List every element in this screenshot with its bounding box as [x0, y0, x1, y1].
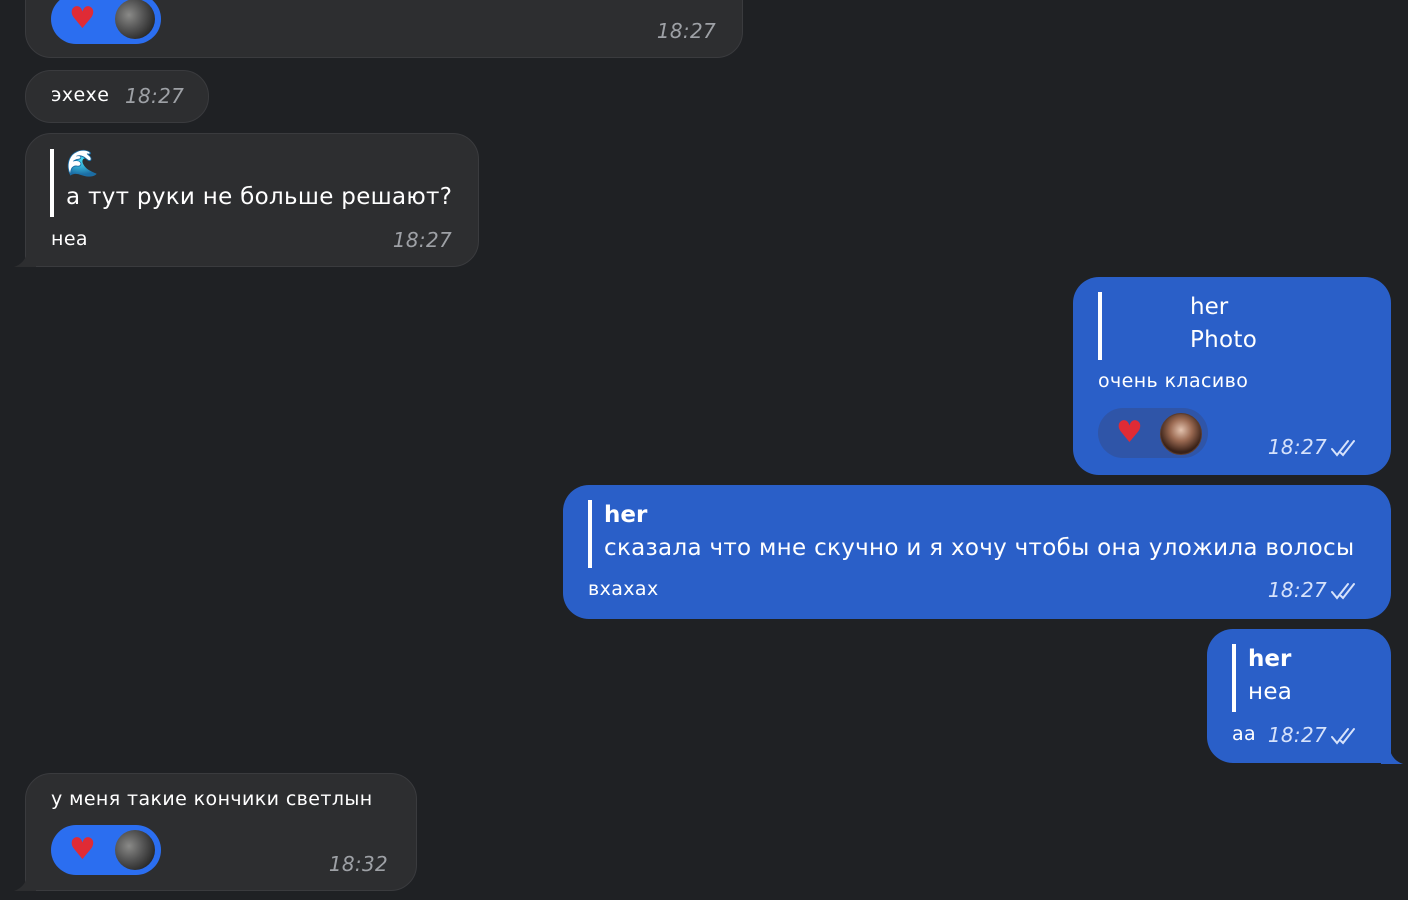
message-time: 18:32: [328, 852, 388, 876]
message-time-read: 18:27: [1268, 578, 1361, 602]
reply-quote[interactable]: her неа: [1232, 644, 1292, 712]
reply-quote-author: her: [604, 502, 648, 528]
chat-area[interactable]: ♥ 18:27 эхехе 18:27 🌊 а тут руки не боль…: [0, 0, 1408, 900]
message-text: аа: [1232, 723, 1257, 745]
message-time-read: 18:27: [1268, 435, 1361, 459]
message-time: 18:27: [656, 19, 716, 43]
message-text: очень класиво: [1098, 370, 1249, 392]
message-text: вхахах: [588, 578, 659, 600]
double-check-icon: [1331, 728, 1355, 745]
double-check-icon: [1331, 583, 1355, 600]
reactor-avatar: [1160, 413, 1202, 455]
reply-quote[interactable]: her Photo: [1098, 292, 1257, 360]
bubble-tail: [1381, 746, 1403, 764]
reaction-pill[interactable]: ♥: [1098, 408, 1208, 458]
reply-quote-text: сказала что мне скучно и я хочу чтобы он…: [604, 535, 1355, 561]
message-bubble-outgoing[interactable]: her неа аа 18:27: [1207, 629, 1403, 764]
reply-quote-text: неа: [1248, 679, 1293, 705]
message-text: неа: [51, 228, 88, 250]
reaction-pill[interactable]: ♥: [51, 825, 161, 875]
reply-quote-text: Photo: [1190, 327, 1258, 353]
reply-quote[interactable]: her сказала что мне скучно и я хочу чтоб…: [588, 500, 1354, 568]
message-time: 18:27: [125, 84, 185, 108]
heart-reaction-icon: ♥: [69, 832, 96, 867]
reply-quote-text: а тут руки не больше решают?: [66, 184, 453, 210]
message-bubble-incoming[interactable]: 🌊 а тут руки не больше решают? неа 18:27: [14, 133, 479, 267]
message-bubble-outgoing[interactable]: her Photo очень класиво ♥ 18:27: [1073, 277, 1391, 475]
message-text: у меня такие кончики светлын: [51, 788, 373, 810]
message-bubble-outgoing[interactable]: her сказала что мне скучно и я хочу чтоб…: [563, 485, 1391, 619]
reply-quote-author: her: [1190, 294, 1229, 320]
message-bubble-incoming[interactable]: ♥ 18:27: [25, 0, 743, 58]
message-text: эхехе: [51, 84, 110, 106]
message-time: 18:27: [392, 228, 452, 252]
message-bubble-incoming[interactable]: у меня такие кончики светлын ♥ 18:32: [14, 773, 417, 891]
reply-quote-author: her: [1248, 646, 1292, 672]
reactor-avatar: [115, 830, 155, 870]
message-time-read: 18:27: [1268, 723, 1361, 747]
reply-quote[interactable]: 🌊 а тут руки не больше решают?: [50, 149, 452, 217]
bubble-tail: [14, 873, 36, 891]
double-check-icon: [1331, 440, 1355, 457]
heart-reaction-icon: ♥: [69, 1, 96, 36]
heart-reaction-icon: ♥: [1116, 415, 1143, 450]
wave-emoji-icon: 🌊: [66, 149, 99, 179]
message-bubble-incoming[interactable]: эхехе 18:27: [25, 70, 209, 123]
reactor-avatar: [115, 0, 155, 39]
bubble-tail: [14, 249, 36, 267]
reaction-pill[interactable]: ♥: [51, 0, 161, 44]
